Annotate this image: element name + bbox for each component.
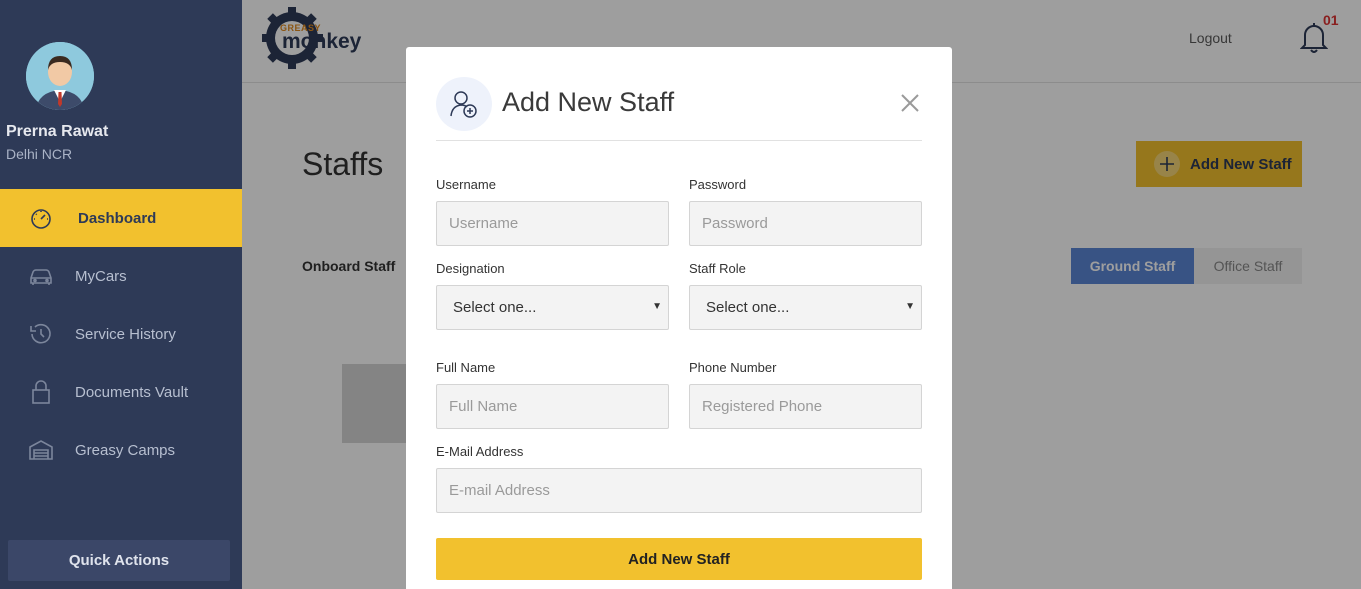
designation-value: Select one... (453, 299, 537, 316)
email-label: E-Mail Address (436, 444, 524, 459)
user-name: Prerna Rawat (6, 123, 109, 140)
full-name-input[interactable] (436, 384, 669, 429)
sidebar-item-label: Service History (75, 325, 176, 343)
add-user-icon (436, 77, 492, 131)
username-label: Username (436, 177, 496, 192)
staff-role-label: Staff Role (689, 261, 746, 276)
staff-role-select[interactable]: Select one... ▼ (689, 285, 922, 330)
user-location: Delhi NCR (6, 146, 73, 162)
sidebar-item-dashboard[interactable]: Dashboard (0, 189, 242, 247)
sidebar-item-label: Documents Vault (75, 383, 189, 401)
designation-select[interactable]: Select one... ▼ (436, 285, 669, 330)
car-icon (28, 263, 54, 289)
sidebar-item-label: Greasy Camps (75, 441, 176, 459)
email-input[interactable] (436, 468, 922, 513)
caret-down-icon: ▼ (652, 301, 662, 312)
history-icon (28, 321, 54, 347)
submit-add-staff-button[interactable]: Add New Staff (436, 538, 922, 580)
sidebar-item-mycars[interactable]: MyCars (0, 247, 242, 305)
sidebar-nav: Dashboard MyCars Service History Documen… (0, 189, 242, 479)
phone-input[interactable] (689, 384, 922, 429)
garage-icon (28, 437, 54, 463)
close-icon[interactable] (898, 91, 922, 115)
sidebar-item-label: Dashboard (78, 209, 157, 227)
speedometer-icon (28, 205, 54, 231)
sidebar: Prerna Rawat Delhi NCR Dashboard MyCars … (0, 0, 242, 589)
lock-icon (28, 379, 54, 405)
designation-label: Designation (436, 261, 505, 276)
sidebar-item-greasy-camps[interactable]: Greasy Camps (0, 421, 242, 479)
caret-down-icon: ▼ (905, 301, 915, 312)
add-staff-modal: Add New Staff Username Password Designat… (406, 47, 952, 589)
avatar[interactable] (26, 42, 94, 110)
quick-actions-button[interactable]: Quick Actions (8, 540, 230, 581)
username-input[interactable] (436, 201, 669, 246)
sidebar-item-label: MyCars (75, 267, 127, 285)
password-input[interactable] (689, 201, 922, 246)
modal-title: Add New Staff (502, 87, 675, 117)
full-name-label: Full Name (436, 360, 496, 375)
sidebar-item-documents-vault[interactable]: Documents Vault (0, 363, 242, 421)
sidebar-item-service-history[interactable]: Service History (0, 305, 242, 363)
phone-label: Phone Number (689, 360, 777, 375)
staff-role-value: Select one... (706, 299, 790, 316)
password-label: Password (689, 177, 747, 192)
modal-header: Add New Staff (436, 77, 922, 141)
